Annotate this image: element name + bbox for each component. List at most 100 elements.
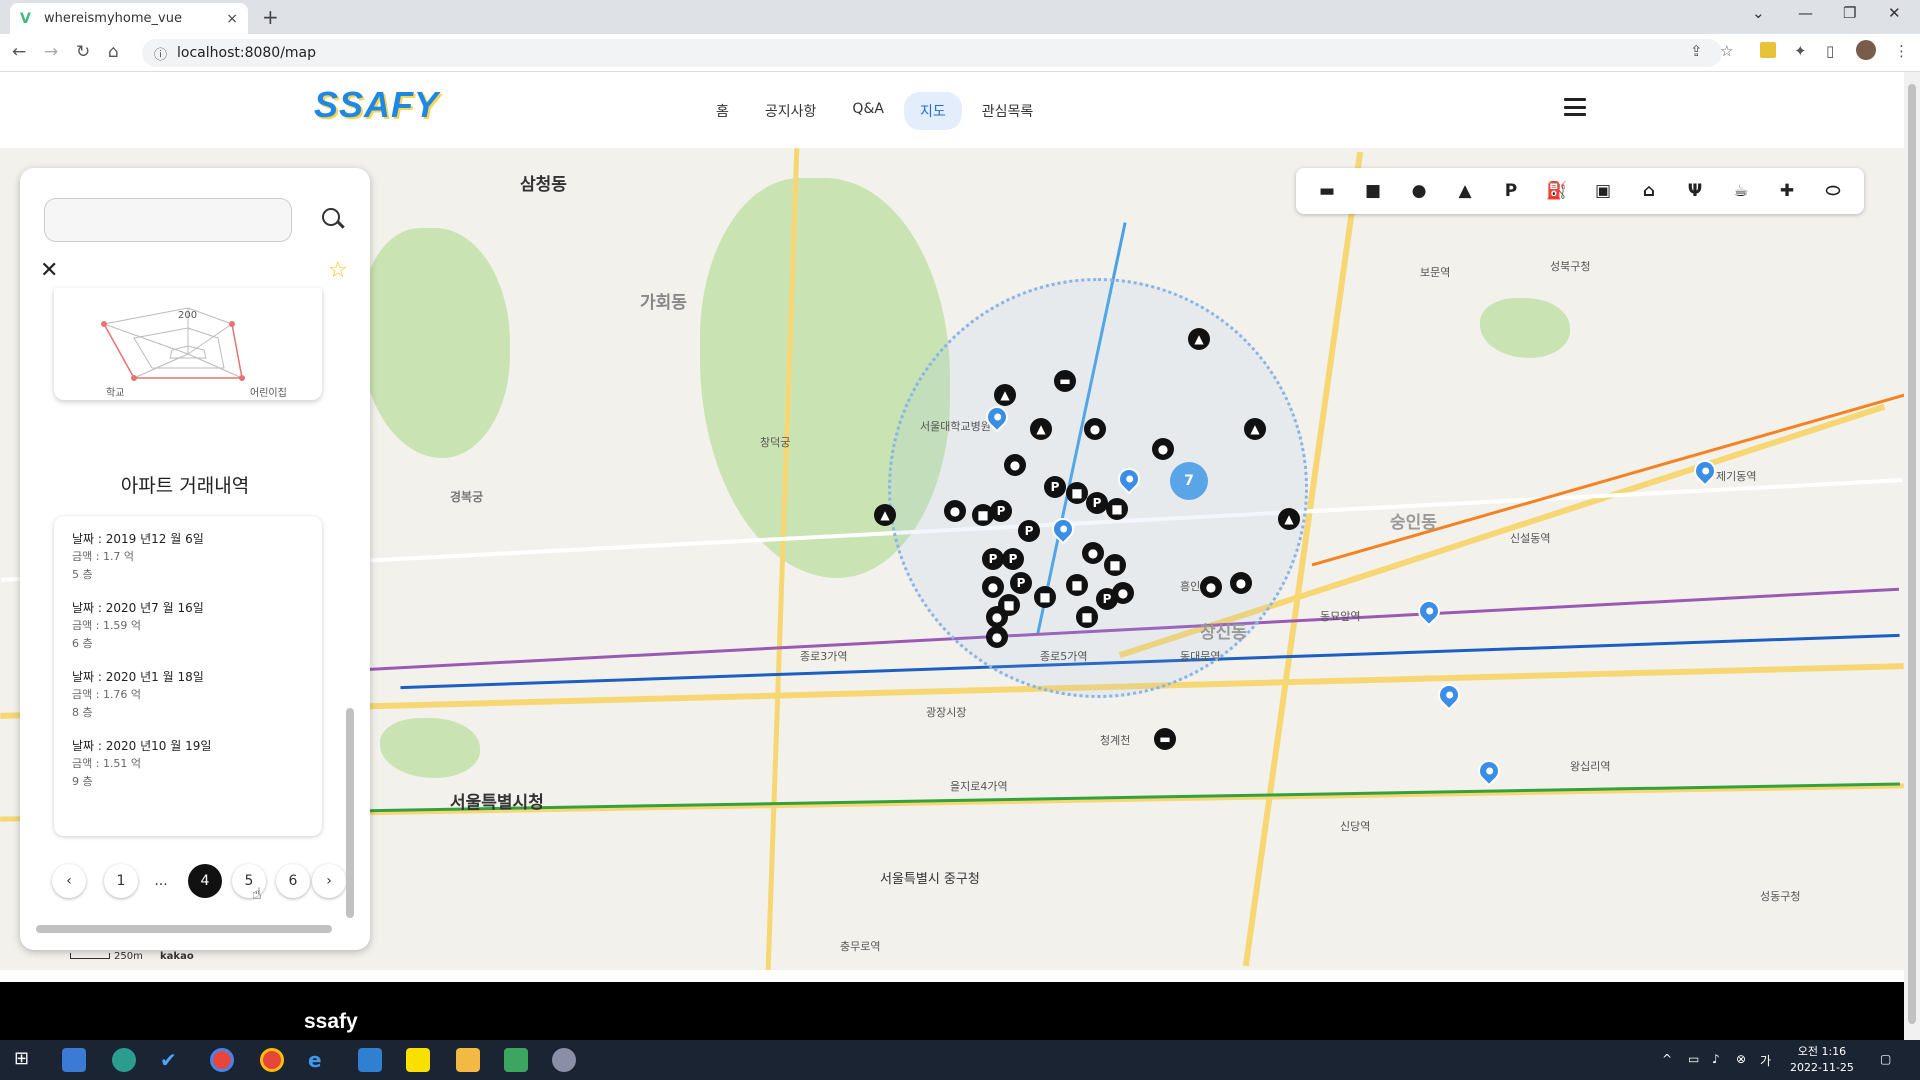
parking-marker-icon[interactable]: P [1010, 572, 1032, 594]
ssafy-logo[interactable]: SSAFY [314, 84, 439, 126]
marker-cluster[interactable]: 7 [1170, 462, 1208, 500]
page-button-6[interactable]: 6 [276, 864, 310, 898]
nav-map[interactable]: 지도 [903, 92, 962, 130]
tab-search-icon[interactable]: ⌄ [1752, 4, 1765, 22]
parking-marker-icon[interactable]: P [1002, 548, 1024, 570]
store-marker-icon[interactable]: ▬ [1154, 728, 1176, 750]
kindergarten-marker-icon[interactable]: ● [1004, 454, 1026, 476]
school-marker-icon[interactable]: ▲ [1278, 508, 1300, 530]
vscode-icon[interactable] [358, 1048, 382, 1072]
page-button-current[interactable]: 4 [188, 864, 222, 898]
extensions-puzzle-icon[interactable]: ✦ [1794, 42, 1807, 60]
notification-icon[interactable]: ▢ [1880, 1052, 1891, 1066]
reload-icon[interactable]: ↻ [76, 42, 90, 62]
app-icon[interactable] [62, 1048, 86, 1072]
next-page-button[interactable]: › [312, 864, 346, 898]
panel-vertical-scrollbar[interactable] [346, 708, 354, 918]
car-marker-icon[interactable]: ■ [1034, 586, 1056, 608]
kindergarten-marker-icon[interactable]: ● [1082, 542, 1104, 564]
minimize-icon[interactable]: — [1798, 4, 1813, 22]
kindergarten-marker-icon[interactable]: ● [986, 606, 1008, 628]
kindergarten-marker-icon[interactable]: ● [986, 626, 1008, 648]
site-info-icon[interactable]: ⓘ [154, 44, 167, 63]
file-explorer-icon[interactable] [456, 1048, 480, 1072]
notepad-icon[interactable] [504, 1048, 528, 1072]
parking-marker-icon[interactable]: P [1086, 492, 1108, 514]
pharmacy-category-icon[interactable]: ⬭ [1819, 177, 1847, 205]
kakaotalk-icon[interactable] [406, 1048, 430, 1072]
kindergarten-marker-icon[interactable]: ● [1152, 438, 1174, 460]
location-pin-icon[interactable] [1689, 455, 1721, 488]
side-panel-icon[interactable]: ▯ [1826, 42, 1834, 60]
parking-category-icon[interactable]: P [1497, 177, 1525, 205]
taskbar-clock[interactable]: 오전 1:16 2022-11-25 [1790, 1044, 1854, 1076]
extension-icon[interactable] [1760, 42, 1776, 58]
share-icon[interactable]: ⇪ [1690, 42, 1703, 60]
school-marker-icon[interactable]: ▲ [874, 504, 896, 526]
restaurant-category-icon[interactable]: Ψ [1681, 177, 1709, 205]
new-tab-button[interactable]: + [262, 5, 279, 29]
restore-icon[interactable]: ❐ [1843, 4, 1856, 22]
address-bar[interactable]: ⓘ localhost:8080/map [142, 39, 1722, 67]
favorite-star-icon[interactable]: ☆ [328, 258, 348, 283]
store-category-icon[interactable]: ▬ [1313, 177, 1341, 205]
school-marker-icon[interactable]: ▲ [994, 384, 1016, 406]
search-icon[interactable] [320, 206, 346, 232]
volume-icon[interactable]: ♪ [1712, 1052, 1720, 1066]
location-pin-icon[interactable] [1047, 513, 1079, 546]
car-marker-icon[interactable]: ■ [972, 504, 994, 526]
apartment-search-input[interactable] [44, 198, 292, 242]
school-marker-icon[interactable]: ▲ [1030, 418, 1052, 440]
edge-browser-icon[interactable] [112, 1048, 136, 1072]
page-button-1[interactable]: 1 [104, 864, 138, 898]
parking-marker-icon[interactable]: P [982, 548, 1004, 570]
page-scrollbar[interactable] [1904, 72, 1920, 1040]
car-category-icon[interactable]: ■ [1359, 177, 1387, 205]
school-category-icon[interactable]: ▲ [1451, 177, 1479, 205]
car-marker-icon[interactable]: ■ [1104, 554, 1126, 576]
kindergarten-marker-icon[interactable]: ● [1112, 582, 1134, 604]
chrome-icon[interactable] [260, 1048, 284, 1072]
cafe-category-icon[interactable]: ☕ [1727, 177, 1755, 205]
subway-category-icon[interactable]: ▣ [1589, 177, 1617, 205]
location-pin-icon[interactable] [1473, 755, 1505, 788]
kindergarten-marker-icon[interactable]: ● [1230, 572, 1252, 594]
location-pin-icon[interactable] [981, 401, 1013, 434]
car-marker-icon[interactable]: ■ [1066, 574, 1088, 596]
tray-chevron-icon[interactable]: ^ [1662, 1052, 1672, 1066]
todo-check-icon[interactable]: ✔ [160, 1048, 184, 1072]
hospital-category-icon[interactable]: ✚ [1773, 177, 1801, 205]
kindergarten-marker-icon[interactable]: ● [944, 500, 966, 522]
tab-close-icon[interactable]: × [226, 11, 238, 27]
school-marker-icon[interactable]: ▲ [1244, 418, 1266, 440]
school-marker-icon[interactable]: ▲ [1188, 328, 1210, 350]
hamburger-menu-icon[interactable] [1564, 98, 1586, 116]
chrome-icon[interactable] [210, 1048, 234, 1072]
panel-horizontal-scrollbar[interactable] [36, 925, 332, 933]
prev-page-button[interactable]: ‹ [52, 864, 86, 898]
location-pin-icon[interactable] [1413, 595, 1445, 628]
car-marker-icon[interactable]: ■ [1106, 498, 1128, 520]
nav-notice[interactable]: 공지사항 [749, 92, 833, 130]
close-icon[interactable]: ✕ [40, 260, 58, 282]
ime-icon[interactable]: 가 [1760, 1052, 1771, 1069]
bank-category-icon[interactable]: ⌂ [1635, 177, 1663, 205]
profile-avatar[interactable] [1856, 40, 1876, 60]
tray-icon[interactable]: ⊗ [1736, 1052, 1746, 1066]
gas-station-category-icon[interactable]: ⛽ [1543, 177, 1571, 205]
browser-tab[interactable]: V whereismyhome_vue × [10, 3, 248, 34]
car-marker-icon[interactable]: ■ [1066, 482, 1088, 504]
nav-home[interactable]: 홈 [700, 92, 745, 130]
window-close-icon[interactable]: ✕ [1888, 4, 1901, 22]
app-icon[interactable] [552, 1048, 576, 1072]
nav-favorites[interactable]: 관심목록 [966, 92, 1050, 130]
store-marker-icon[interactable]: ▬ [1054, 370, 1076, 392]
browser-menu-icon[interactable]: ⋮ [1894, 42, 1909, 60]
parking-marker-icon[interactable]: P [1044, 476, 1066, 498]
car-marker-icon[interactable]: ■ [1076, 606, 1098, 628]
bookmark-star-icon[interactable]: ☆ [1720, 42, 1733, 60]
forward-icon[interactable]: → [44, 42, 58, 62]
kindergarten-category-icon[interactable]: ● [1405, 177, 1433, 205]
back-icon[interactable]: ← [12, 42, 26, 62]
kindergarten-marker-icon[interactable]: ● [1200, 576, 1222, 598]
